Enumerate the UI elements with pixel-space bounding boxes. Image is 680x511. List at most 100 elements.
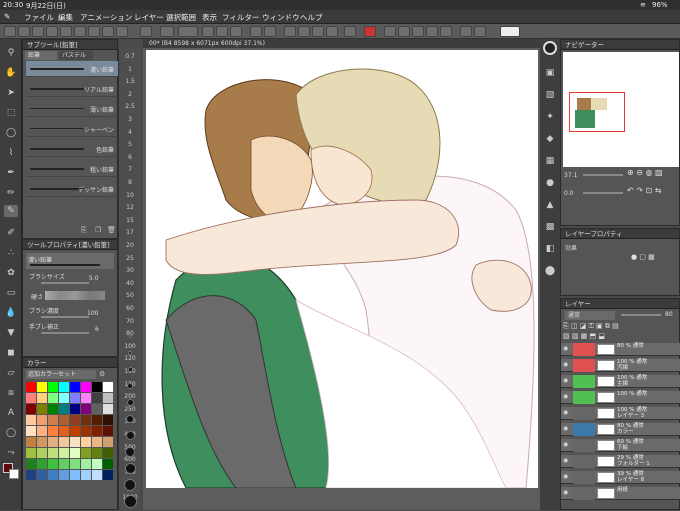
flip-icon[interactable] (230, 26, 242, 37)
brush-size-label[interactable]: 1.5 (121, 78, 139, 85)
tab-pencil[interactable]: 鉛筆 (25, 51, 57, 60)
visibility-eye-icon[interactable]: ◉ (563, 489, 571, 497)
lasso-tool-icon[interactable]: ◯ (4, 127, 18, 139)
airbrush-tool-icon[interactable]: ∴ (4, 247, 18, 259)
panel-icon[interactable] (460, 26, 472, 37)
redo-arrow-icon[interactable] (326, 26, 338, 37)
color-swatch[interactable] (59, 459, 69, 469)
visibility-eye-icon[interactable]: ◉ (563, 361, 571, 369)
undo-icon[interactable] (46, 26, 58, 37)
brush-item[interactable]: 粗い鉛筆 (26, 161, 118, 177)
color-swatch[interactable] (92, 448, 102, 458)
brush-settings-icon[interactable] (412, 26, 424, 37)
layer-tools-row[interactable]: ⎘ ◫ ◪ ⚿ ▣ ⧉ ▤ (563, 322, 679, 332)
visibility-eye-icon[interactable]: ◉ (563, 345, 571, 353)
color-swatch[interactable] (37, 437, 47, 447)
menu-animation[interactable]: アニメーション (80, 12, 132, 23)
color-swatch[interactable] (92, 426, 102, 436)
canvas-tab[interactable]: 00* (B4 8598 x 6071px 600dpi 37.1%) (143, 39, 540, 48)
gradient-tool-icon[interactable]: ◼ (4, 347, 18, 359)
blend-tool-icon[interactable]: 💧 (4, 307, 18, 319)
brush-size-label[interactable]: 40 (121, 280, 139, 287)
brush-size-dot[interactable] (127, 367, 133, 372)
color-swatch[interactable] (48, 426, 58, 436)
color-icon[interactable] (426, 26, 438, 37)
color-swatch[interactable] (70, 415, 80, 425)
color-swatch[interactable] (81, 426, 91, 436)
layer-row[interactable]: ◉ 用紙 (561, 487, 680, 500)
color-set-dropdown[interactable]: 追加カラーセット (26, 370, 96, 379)
brush-item[interactable]: デッサン鉛筆 (26, 181, 118, 197)
visibility-eye-icon[interactable]: ◉ (563, 377, 571, 385)
color-swatch[interactable] (92, 382, 102, 392)
color-swatch[interactable] (81, 382, 91, 392)
menu-window[interactable]: ウィンドウ (262, 12, 300, 23)
brush-size-dot[interactable] (125, 447, 135, 457)
visibility-eye-icon[interactable]: ◉ (563, 473, 571, 481)
grid-icon[interactable] (344, 26, 356, 37)
snap-icon[interactable] (298, 26, 310, 37)
panel-tab-icon[interactable]: ▧ (543, 89, 557, 101)
visibility-eye-icon[interactable]: ◉ (563, 441, 571, 449)
color-swatch[interactable] (26, 382, 36, 392)
color-swatch[interactable] (26, 448, 36, 458)
color-swatch[interactable] (92, 393, 102, 403)
color-swatch[interactable] (81, 404, 91, 414)
color-swatch[interactable] (37, 426, 47, 436)
layer-row[interactable]: ◉ 100 % 通常 (561, 391, 680, 404)
brush-size-label[interactable]: 30 (121, 267, 139, 274)
brush-size-dot[interactable] (124, 479, 136, 491)
color-swatch[interactable] (81, 415, 91, 425)
color-swatch[interactable] (103, 470, 113, 480)
color-swatch[interactable] (48, 470, 58, 480)
brush-size-dot[interactable] (128, 335, 132, 338)
copy-icon[interactable] (74, 26, 86, 37)
visibility-eye-icon[interactable]: ◉ (563, 409, 571, 417)
pencil-tool-icon[interactable]: ✏ (4, 187, 18, 199)
stabilization-slider[interactable] (41, 332, 89, 334)
brush-size-label[interactable]: 100 (121, 343, 139, 350)
new-icon[interactable] (4, 26, 16, 37)
brush-size-label[interactable]: 2 (121, 91, 139, 98)
operation-tool-icon[interactable]: ➤ (4, 87, 18, 99)
zoom-icon[interactable] (250, 26, 262, 37)
brush-size-label[interactable]: 20 (121, 242, 139, 249)
mask-icon[interactable] (398, 26, 410, 37)
opacity-slider[interactable] (621, 314, 661, 316)
delete-subtool-icon[interactable]: 🗑 (107, 226, 116, 234)
color-swatch[interactable] (70, 382, 80, 392)
canvas-artwork[interactable] (146, 50, 538, 488)
brush-size-dot[interactable] (126, 415, 134, 423)
color-swatch[interactable] (37, 393, 47, 403)
color-swatch[interactable] (37, 415, 47, 425)
app-logo-icon[interactable]: ✎ (4, 12, 10, 21)
rotation-slider[interactable] (583, 192, 623, 194)
color-swatch[interactable] (48, 448, 58, 458)
color-swatch[interactable] (59, 382, 69, 392)
brush-size-dot[interactable] (126, 399, 134, 406)
panel-tab-icon[interactable]: ▩ (543, 221, 557, 233)
color-swatch[interactable] (103, 382, 113, 392)
layer-icon[interactable] (384, 26, 396, 37)
tab-pastel[interactable]: パステル (59, 51, 93, 60)
color-swatch[interactable] (70, 437, 80, 447)
help-icon[interactable] (500, 26, 520, 37)
brush-size-slider[interactable] (41, 282, 89, 284)
color-swatch[interactable] (70, 404, 80, 414)
timeline-icon[interactable] (440, 26, 452, 37)
add-subtool-icon[interactable]: ⎘ (81, 226, 87, 235)
brush-size-label[interactable]: 60 (121, 305, 139, 312)
color-swatch[interactable] (92, 415, 102, 425)
color-swatch[interactable] (103, 415, 113, 425)
redo-icon[interactable] (60, 26, 72, 37)
color-swatch[interactable] (59, 404, 69, 414)
brush-size-label[interactable]: 25 (121, 255, 139, 262)
brush-size-label[interactable]: 7 (121, 166, 139, 173)
brush-size-label[interactable]: 120 (121, 355, 139, 362)
color-swatch[interactable] (37, 459, 47, 469)
brush-item[interactable]: 薄い鉛筆 (26, 101, 118, 117)
brush-size-label[interactable]: 12 (121, 204, 139, 211)
sub-color-swatch[interactable] (9, 469, 19, 479)
color-set-menu-icon[interactable]: ⚙ (99, 370, 107, 379)
layer-row[interactable]: ◉ 39 % 通常 レイヤー 8 (561, 471, 680, 484)
